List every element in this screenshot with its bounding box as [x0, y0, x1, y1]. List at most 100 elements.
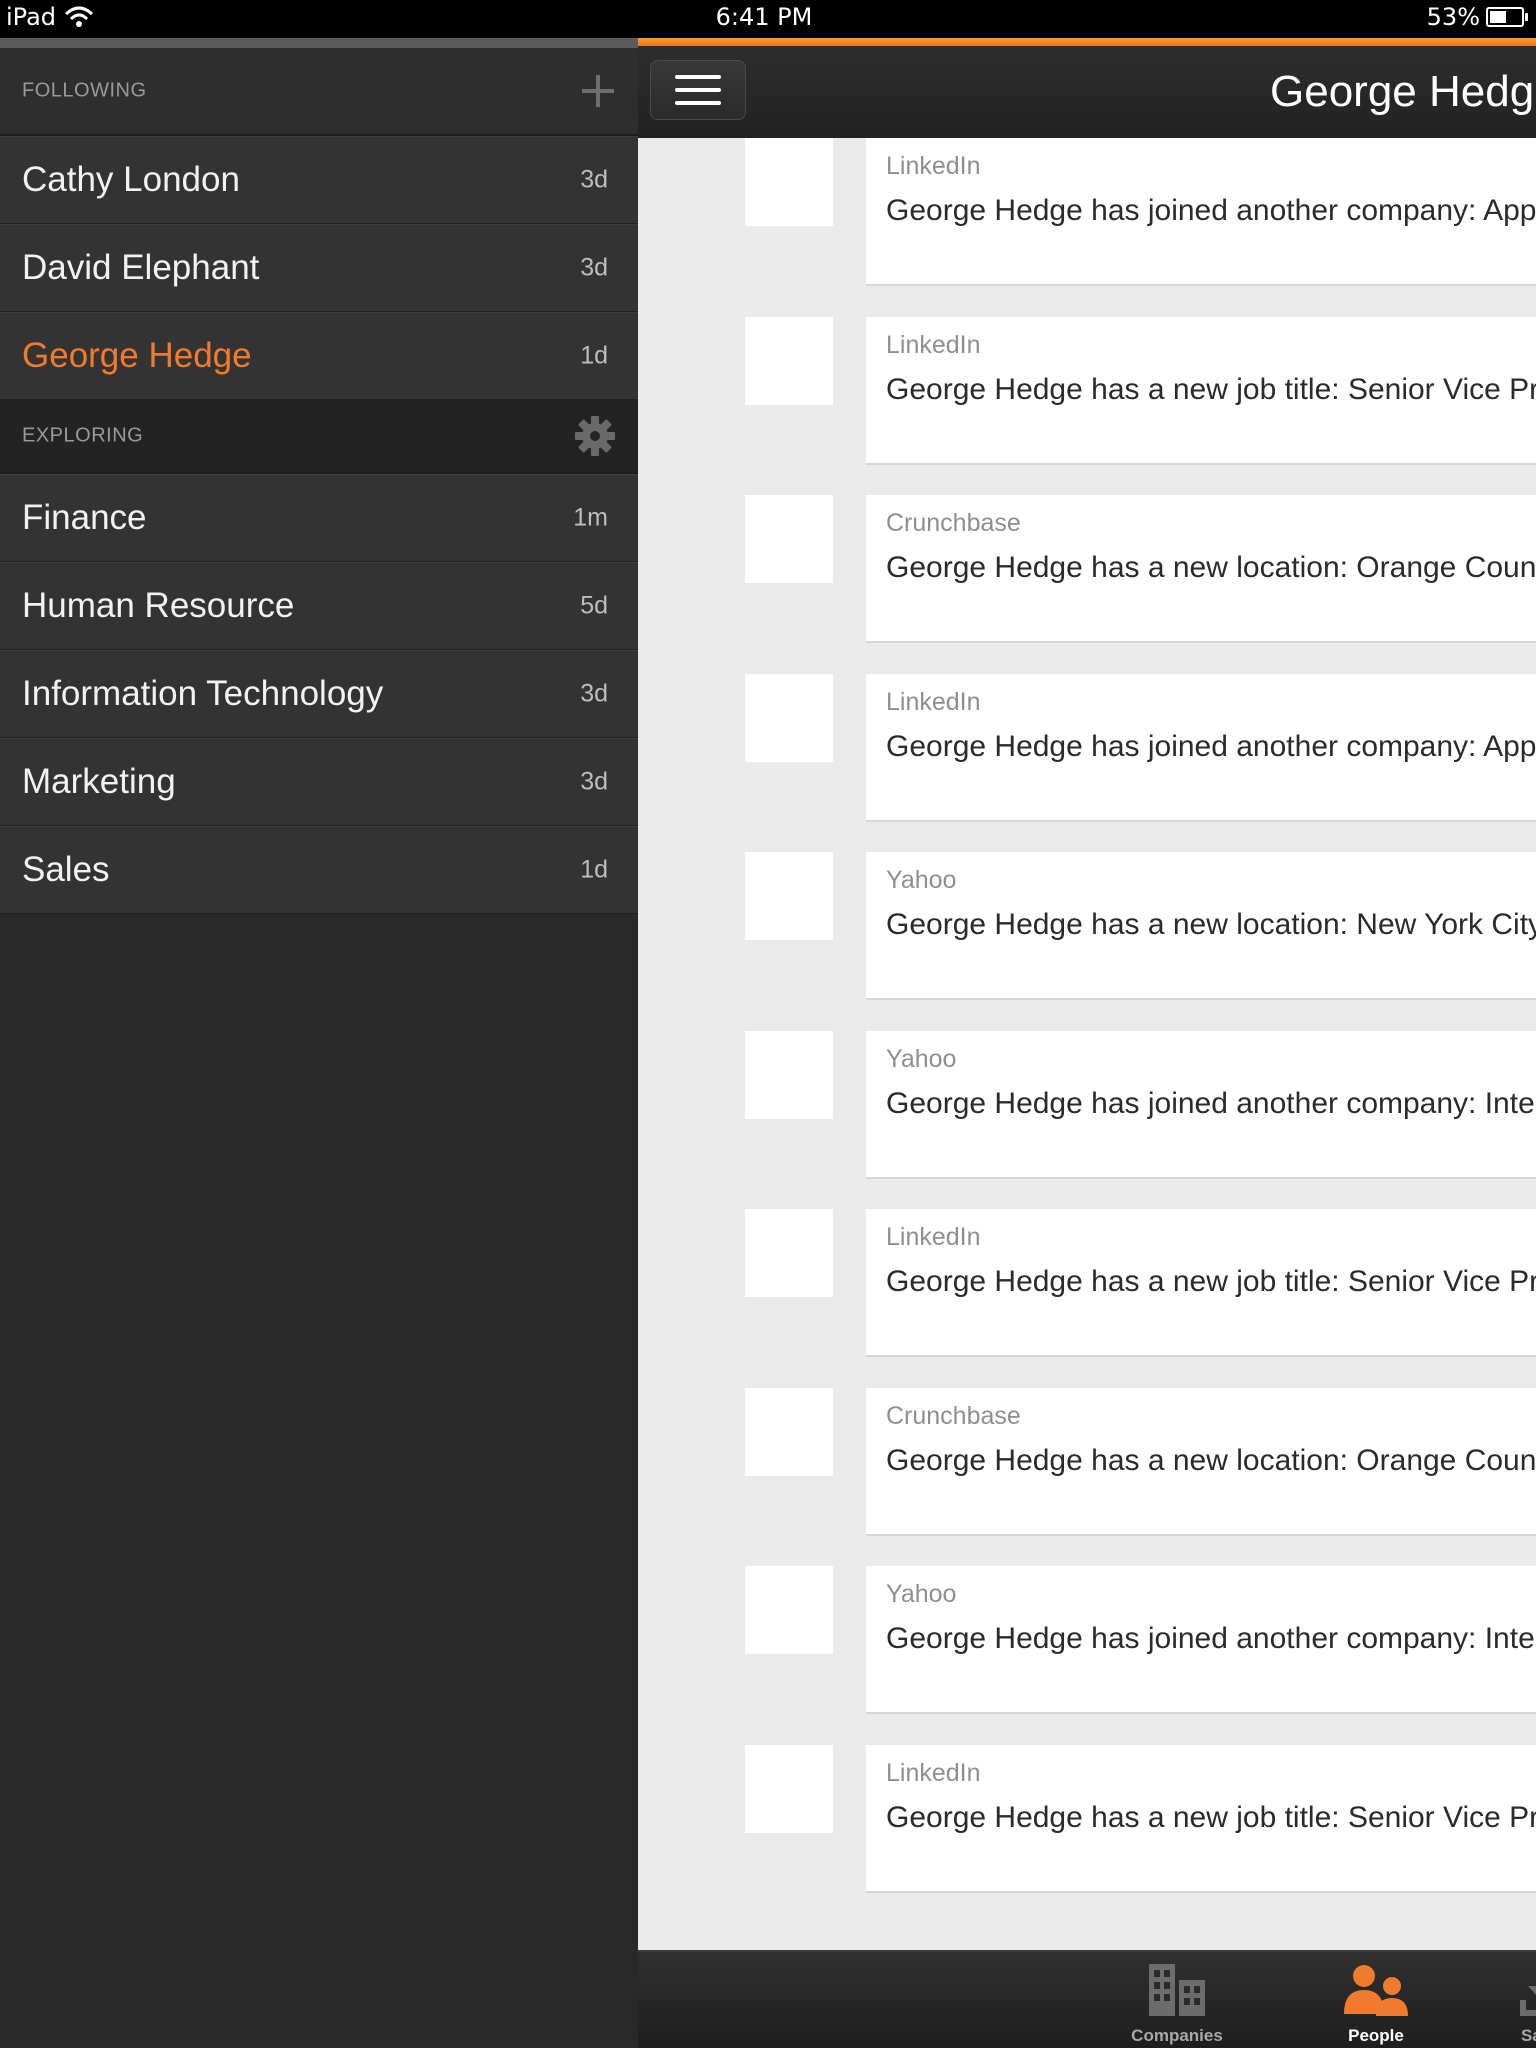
feed-item-thumbnail — [745, 674, 833, 762]
feed-item-source: Crunchbase — [886, 509, 1021, 537]
sidebar-item-information-technology[interactable]: Information Technology 3d — [0, 650, 638, 738]
sidebar-item-age: 1d — [580, 855, 608, 884]
feed-item-source: LinkedIn — [886, 152, 981, 180]
feed-item-text: George Hedge has joined another company:… — [886, 1087, 1535, 1120]
accent-bar — [638, 38, 1536, 46]
battery-icon — [1486, 7, 1528, 27]
following-header-label: FOLLOWING — [22, 79, 147, 102]
feed-item-card[interactable]: Yahoo George Hedge has a new location: N… — [866, 852, 1536, 1000]
sidebar-item-age: 3d — [580, 679, 608, 708]
feed-item-source: Yahoo — [886, 1580, 957, 1608]
exploring-header: EXPLORING — [0, 400, 638, 474]
feed-item-source: LinkedIn — [886, 688, 981, 716]
exploring-header-label: EXPLORING — [22, 424, 144, 447]
feed-item[interactable]: Crunchbase George Hedge has a new locati… — [638, 1388, 1536, 1536]
sidebar-item-sales[interactable]: Sales 1d — [0, 826, 638, 914]
feed-item[interactable]: LinkedIn George Hedge has a new job titl… — [638, 317, 1536, 465]
sidebar-item-cathy-london[interactable]: Cathy London 3d — [0, 136, 638, 224]
sidebar: FOLLOWING Cathy London 3d David Elephant… — [0, 38, 638, 2048]
gear-icon[interactable] — [574, 415, 616, 457]
feed-item-text: George Hedge has joined another company:… — [886, 730, 1536, 763]
sidebar-item-label: Finance — [22, 498, 147, 537]
feed-item-text: George Hedge has joined another company:… — [886, 1622, 1535, 1655]
people-icon — [1344, 1965, 1408, 2016]
buildings-icon — [1149, 1964, 1205, 2016]
sidebar-item-label: Marketing — [22, 762, 176, 801]
feed-item-card[interactable]: LinkedIn George Hedge has a new job titl… — [866, 1745, 1536, 1893]
feed-item-thumbnail — [745, 1745, 833, 1833]
feed-item-thumbnail — [745, 317, 833, 405]
feed-item-text: George Hedge has a new job title: Senior… — [886, 373, 1536, 406]
feed-item-card[interactable]: LinkedIn George Hedge has joined another… — [866, 138, 1536, 286]
plus-icon[interactable] — [580, 73, 616, 109]
feed-item-card[interactable]: Yahoo George Hedge has joined another co… — [866, 1566, 1536, 1714]
sidebar-item-age: 3d — [580, 253, 608, 282]
feed-item[interactable]: Yahoo George Hedge has joined another co… — [638, 1566, 1536, 1714]
feed-item-thumbnail — [745, 1031, 833, 1119]
sidebar-item-label: David Elephant — [22, 248, 260, 287]
feed-item[interactable]: Crunchbase George Hedge has a new locati… — [638, 495, 1536, 643]
tab-saved[interactable]: Saved — [1476, 1952, 1536, 2048]
sidebar-item-david-elephant[interactable]: David Elephant 3d — [0, 224, 638, 312]
tab-label: Saved — [1520, 2026, 1536, 2045]
tab-label: Companies — [1131, 2026, 1223, 2045]
feed-item[interactable]: LinkedIn George Hedge has a new job titl… — [638, 1209, 1536, 1357]
status-bar: iPad 6:41 PM 53% — [0, 0, 1536, 38]
feed-item-text: George Hedge has a new location: New Yor… — [886, 908, 1536, 941]
navigation-bar: George Hedge — [638, 46, 1536, 138]
tab-bar: Companies People Saved — [638, 1950, 1536, 2048]
feed-item-thumbnail — [745, 138, 833, 226]
hamburger-menu-icon[interactable] — [650, 60, 746, 120]
feed-item-source: Yahoo — [886, 866, 957, 894]
feed-item-thumbnail — [745, 1388, 833, 1476]
sidebar-item-finance[interactable]: Finance 1m — [0, 474, 638, 562]
feed-item-text: George Hedge has a new location: Orange … — [886, 551, 1536, 584]
battery-percent: 53% — [1426, 3, 1480, 31]
sidebar-item-george-hedge[interactable]: George Hedge 1d — [0, 312, 638, 400]
feed-item-thumbnail — [745, 1209, 833, 1297]
tab-people[interactable]: People — [1306, 1952, 1446, 2048]
sidebar-item-label: George Hedge — [22, 336, 252, 375]
feed-item-source: Crunchbase — [886, 1402, 1021, 1430]
feed-item-card[interactable]: Crunchbase George Hedge has a new locati… — [866, 1388, 1536, 1536]
feed-item-card[interactable]: LinkedIn George Hedge has a new job titl… — [866, 1209, 1536, 1357]
sidebar-item-label: Cathy London — [22, 160, 240, 199]
feed-item-card[interactable]: LinkedIn George Hedge has joined another… — [866, 674, 1536, 822]
sidebar-item-age: 5d — [580, 591, 608, 620]
feed-item-thumbnail — [745, 495, 833, 583]
sidebar-item-marketing[interactable]: Marketing 3d — [0, 738, 638, 826]
feed-item-card[interactable]: LinkedIn George Hedge has a new job titl… — [866, 317, 1536, 465]
download-icon — [1520, 1986, 1536, 2016]
feed-item-source: LinkedIn — [886, 1759, 981, 1787]
feed-item-text: George Hedge has a new location: Orange … — [886, 1444, 1536, 1477]
tab-companies[interactable]: Companies — [1107, 1952, 1247, 2048]
feed-item-thumbnail — [745, 852, 833, 940]
sidebar-item-age: 1m — [573, 503, 608, 532]
sidebar-item-age: 3d — [580, 165, 608, 194]
sidebar-item-label: Sales — [22, 850, 110, 889]
feed-item-thumbnail — [745, 1566, 833, 1654]
main-panel: George Hedge LinkedIn George Hedge has j… — [638, 38, 1536, 2048]
feed-item-card[interactable]: Crunchbase George Hedge has a new locati… — [866, 495, 1536, 643]
page-title: George Hedge — [1270, 67, 1536, 116]
feed-item-text: George Hedge has a new job title: Senior… — [886, 1265, 1536, 1298]
feed-item-source: Yahoo — [886, 1045, 957, 1073]
feed-item-source: LinkedIn — [886, 331, 981, 359]
sidebar-item-label: Human Resource — [22, 586, 295, 625]
feed-item[interactable]: LinkedIn George Hedge has joined another… — [638, 138, 1536, 286]
following-header: FOLLOWING — [0, 48, 638, 136]
feed-item-card[interactable]: Yahoo George Hedge has joined another co… — [866, 1031, 1536, 1179]
sidebar-item-age: 1d — [580, 341, 608, 370]
feed-item-text: George Hedge has a new job title: Senior… — [886, 1801, 1536, 1834]
feed-item[interactable]: Yahoo George Hedge has joined another co… — [638, 1031, 1536, 1179]
sidebar-item-label: Information Technology — [22, 674, 384, 713]
tab-label: People — [1348, 2026, 1404, 2045]
sidebar-item-age: 3d — [580, 767, 608, 796]
feed-item[interactable]: LinkedIn George Hedge has joined another… — [638, 674, 1536, 822]
clock: 6:41 PM — [715, 3, 813, 31]
feed-item[interactable]: LinkedIn George Hedge has a new job titl… — [638, 1745, 1536, 1893]
feed-item-text: George Hedge has joined another company:… — [886, 194, 1536, 227]
sidebar-item-human-resource[interactable]: Human Resource 5d — [0, 562, 638, 650]
feed-item-source: LinkedIn — [886, 1223, 981, 1251]
feed-item[interactable]: Yahoo George Hedge has a new location: N… — [638, 852, 1536, 1000]
